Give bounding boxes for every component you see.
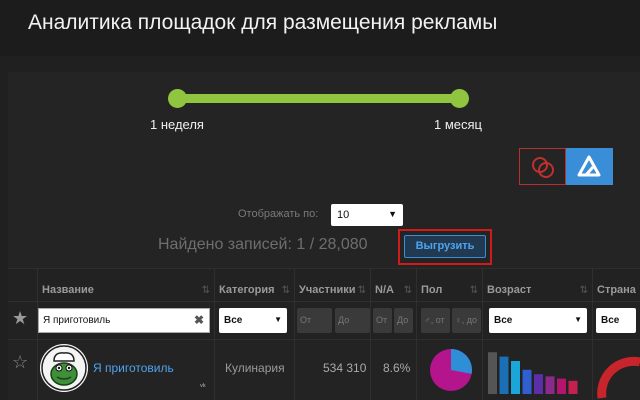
- header-star-col: [8, 269, 38, 303]
- column-members-label: Участники: [299, 284, 356, 296]
- gender-pie-chart: [430, 349, 472, 391]
- age-bar: [488, 352, 497, 394]
- chef-frog-logo-icon: [40, 344, 88, 392]
- age-filter-select[interactable]: Все ▼: [489, 308, 587, 333]
- period-slider-min-handle[interactable]: [168, 89, 187, 108]
- country-filter-value: Все: [601, 315, 620, 326]
- name-filter-input[interactable]: Я приготовиль ✖: [38, 308, 210, 333]
- page-header: Аналитика площадок для размещения реклам…: [0, 0, 640, 56]
- age-bar: [499, 356, 509, 394]
- circles-overlap-icon: [532, 157, 554, 178]
- row-name-link[interactable]: Я приготовиль: [93, 361, 174, 375]
- name-filter-value: Я приготовиль: [43, 315, 111, 326]
- favorites-filter-star-icon[interactable]: ★: [12, 308, 28, 329]
- category-filter-select[interactable]: Все ▼: [219, 308, 287, 333]
- age-bar: [568, 380, 578, 394]
- per-page-label: Отображать по:: [238, 208, 319, 220]
- per-page-select[interactable]: 10 ▼: [331, 204, 403, 226]
- age-bar: [557, 378, 566, 394]
- avatar[interactable]: [40, 344, 88, 392]
- period-max-label: 1 месяц: [434, 117, 482, 132]
- age-bar: [522, 369, 532, 394]
- column-header-members[interactable]: Участники ⇅: [295, 269, 371, 303]
- chevron-down-icon: ▼: [388, 209, 397, 219]
- pie-slice-male: [451, 349, 472, 374]
- age-bar: [545, 376, 555, 394]
- gender-to-input[interactable]: ♀, до: [452, 308, 481, 333]
- vk-icon: ᵛᵏ: [200, 382, 206, 391]
- age-bar-chart: [488, 352, 578, 394]
- row-members: 534 310: [323, 361, 367, 375]
- clear-icon[interactable]: ✖: [194, 313, 204, 327]
- export-button[interactable]: Выгрузить: [404, 235, 486, 258]
- column-header-name[interactable]: Название ⇅: [38, 269, 215, 303]
- view-toggle: [519, 148, 613, 185]
- period-slider-max-handle[interactable]: [450, 89, 469, 108]
- members-to-input[interactable]: До: [335, 308, 370, 333]
- chevron-down-icon: ▼: [274, 315, 282, 324]
- list-view-button[interactable]: [566, 148, 613, 185]
- row-category: Кулинария: [225, 361, 285, 375]
- chevron-down-icon: ▼: [574, 315, 582, 324]
- age-filter-value: Все: [494, 315, 513, 326]
- found-count-text: Найдено записей: 1 / 28,080: [158, 236, 368, 253]
- column-na-label: N/A: [375, 284, 394, 296]
- triangle-logo-icon: [577, 155, 601, 177]
- row-na: 8.6%: [383, 361, 411, 375]
- column-header-gender[interactable]: Пол ⇅: [417, 269, 483, 303]
- age-bar: [511, 361, 520, 394]
- na-from-input[interactable]: От: [373, 308, 392, 333]
- country-filter-select[interactable]: Все: [596, 308, 636, 333]
- per-page-value: 10: [337, 209, 350, 221]
- column-category-label: Категория: [219, 284, 275, 296]
- table-header: Название ⇅ Категория ⇅ Участники ⇅ N/A ⇅…: [8, 268, 640, 303]
- column-name-label: Название: [42, 284, 94, 296]
- column-header-age[interactable]: Возраст ⇅: [483, 269, 593, 303]
- column-gender-label: Пол: [421, 284, 443, 296]
- category-filter-value: Все: [224, 315, 243, 326]
- na-to-input[interactable]: До: [394, 308, 413, 333]
- period-min-label: 1 неделя: [150, 117, 204, 132]
- column-header-category[interactable]: Категория ⇅: [215, 269, 295, 303]
- overlap-view-button[interactable]: [519, 148, 566, 185]
- column-header-country[interactable]: Страна: [593, 269, 640, 303]
- app-root: Аналитика площадок для размещения реклам…: [0, 0, 640, 400]
- country-gauge-chart: [597, 356, 640, 399]
- period-slider-track[interactable]: [177, 94, 459, 103]
- column-age-label: Возраст: [487, 284, 532, 296]
- age-bar: [534, 374, 543, 394]
- page-title: Аналитика площадок для размещения реклам…: [28, 11, 498, 34]
- favorite-star-icon[interactable]: ☆: [12, 352, 28, 373]
- column-header-na[interactable]: N/A ⇅: [371, 269, 417, 303]
- members-from-input[interactable]: От: [297, 308, 332, 333]
- gender-from-input[interactable]: ♂, от: [421, 308, 450, 333]
- column-country-label: Страна: [597, 284, 636, 296]
